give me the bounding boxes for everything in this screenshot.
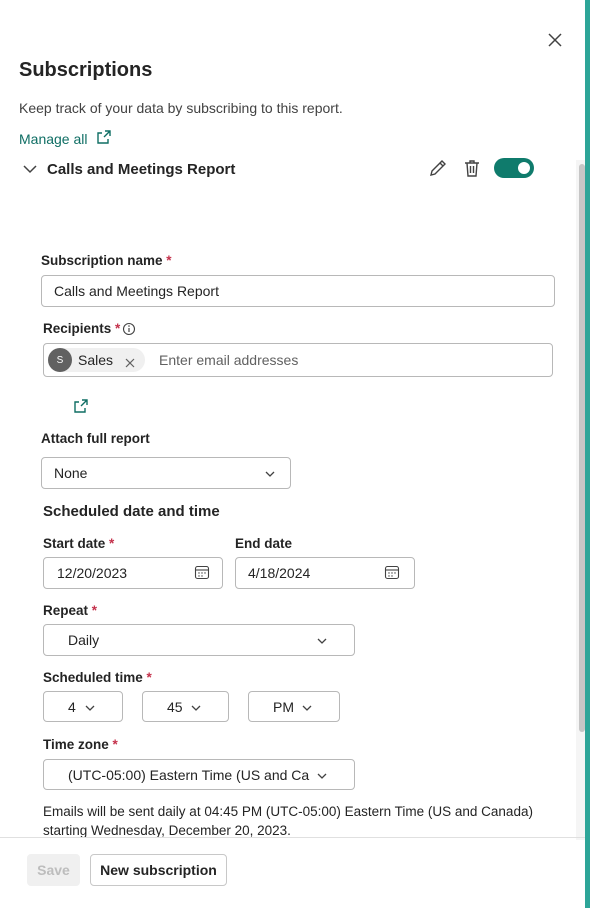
repeat-value: Daily (68, 632, 100, 648)
edit-icon[interactable] (427, 157, 449, 179)
calendar-icon[interactable] (384, 564, 400, 583)
scrollbar-thumb[interactable] (579, 164, 585, 732)
schedule-summary-line1: Emails will be sent daily at 04:45 PM (U… (43, 804, 533, 819)
attach-report-dropdown[interactable]: None (41, 457, 291, 489)
attach-report-value: None (54, 465, 88, 481)
chevron-down-icon (264, 467, 276, 479)
attach-report-label: Attach full report (41, 431, 150, 446)
remove-recipient-icon[interactable] (125, 355, 135, 368)
recipients-label: Recipients * (43, 321, 136, 336)
ampm-dropdown[interactable]: PM (248, 691, 340, 722)
subscription-name-value: Calls and Meetings Report (54, 283, 219, 299)
hour-value: 4 (68, 698, 76, 715)
chevron-down-icon (190, 701, 202, 713)
save-button[interactable]: Save (27, 854, 80, 886)
subscription-title: Calls and Meetings Report (47, 160, 236, 178)
manage-all-label: Manage all (19, 130, 88, 147)
schedule-summary: Emails will be sent daily at 04:45 PM (U… (43, 802, 563, 837)
chevron-down-icon (316, 769, 328, 781)
footer-divider (0, 837, 585, 838)
schedule-heading: Scheduled date and time (43, 503, 220, 520)
panel-title: Subscriptions (19, 59, 153, 81)
end-date-input[interactable]: 4/18/2024 (235, 557, 415, 589)
close-icon[interactable] (544, 29, 566, 51)
chevron-down-icon (84, 701, 96, 713)
subscription-name-input[interactable]: Calls and Meetings Report (41, 275, 555, 307)
calendar-icon[interactable] (194, 564, 210, 583)
subscription-name-label: Subscription name * (41, 253, 172, 268)
schedule-summary-line2: starting Wednesday, December 20, 2023. (43, 823, 291, 837)
subscription-toggle[interactable] (494, 158, 534, 178)
recipients-placeholder: Enter email addresses (159, 352, 299, 368)
start-date-label: Start date * (43, 536, 115, 551)
avatar: S (48, 348, 72, 372)
start-date-value: 12/20/2023 (57, 565, 128, 581)
scheduled-time-label: Scheduled time * (43, 670, 152, 685)
chevron-down-icon (316, 634, 328, 646)
start-date-input[interactable]: 12/20/2023 (43, 557, 223, 589)
panel-edge (585, 0, 590, 908)
minute-value: 45 (167, 698, 183, 715)
end-date-value: 4/18/2024 (248, 565, 311, 581)
time-zone-value: (UTC-05:00) Eastern Time (US and Canada) (68, 766, 310, 783)
ampm-value: PM (273, 698, 294, 715)
minute-dropdown[interactable]: 45 (142, 691, 229, 722)
repeat-label: Repeat * (43, 603, 98, 618)
hour-dropdown[interactable]: 4 (43, 691, 123, 722)
chevron-down-icon[interactable] (21, 160, 39, 178)
chevron-down-icon (301, 701, 313, 713)
new-subscription-button[interactable]: New subscription (90, 854, 227, 886)
trash-icon[interactable] (461, 157, 483, 179)
external-link-icon (96, 129, 112, 148)
repeat-dropdown[interactable]: Daily (43, 624, 355, 656)
end-date-label: End date (235, 536, 293, 551)
recipient-chip-label: Sales (78, 352, 114, 368)
recipients-input[interactable]: S Sales Enter email addresses (43, 343, 553, 377)
time-zone-label: Time zone * (43, 737, 118, 752)
recipient-chip: S Sales (48, 348, 146, 372)
info-icon[interactable] (122, 322, 136, 336)
manage-all-link[interactable]: Manage all (19, 129, 112, 148)
panel-description: Keep track of your data by subscribing t… (19, 100, 343, 116)
toggle-knob (518, 162, 530, 174)
time-zone-dropdown[interactable]: (UTC-05:00) Eastern Time (US and Canada) (43, 759, 355, 790)
external-link-icon[interactable] (73, 398, 89, 414)
